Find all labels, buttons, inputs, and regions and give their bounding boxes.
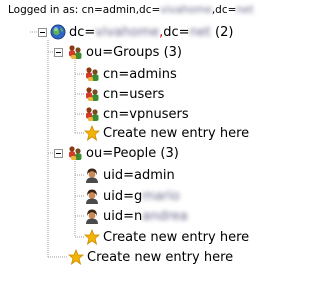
star-icon [84, 125, 100, 141]
root-dn-tld-blurred: net [189, 24, 211, 40]
group-icon [86, 87, 99, 101]
root-dn-prefix: dc= [69, 24, 96, 40]
create-entry-people[interactable]: Create new entry here [84, 227, 249, 247]
root-dn-middle: dc= [163, 24, 190, 40]
star-icon [84, 229, 100, 245]
collapse-toggle-root[interactable] [38, 28, 47, 37]
cn-vpnusers-label: cn=vpnusers [103, 106, 189, 122]
group-icon [86, 67, 99, 81]
folder-people-icon [69, 146, 82, 160]
tree-node-uid-user3[interactable]: uid=nandrea [84, 206, 188, 226]
create-entry-groups[interactable]: Create new entry here [84, 123, 249, 143]
tree-node-cn-vpnusers[interactable]: cn=vpnusers [84, 104, 189, 124]
root-child-count: (2) [215, 24, 234, 40]
collapse-toggle-groups[interactable] [54, 48, 63, 57]
create-entry-people-label: Create new entry here [103, 229, 250, 245]
user-avatar-icon [86, 209, 98, 224]
uid-user2-prefix: uid=g [103, 188, 143, 204]
tree-node-ou-people[interactable]: ou=People (3) [67, 143, 179, 163]
star-icon [68, 249, 84, 265]
group-icon [86, 107, 99, 121]
root-dn-domain-blurred: vivahome [95, 24, 160, 40]
cn-users-label: cn=users [103, 86, 165, 102]
uid-user3-blurred: andrea [142, 208, 188, 224]
folder-people-icon [69, 45, 82, 59]
user-avatar-icon [86, 168, 98, 183]
create-entry-root-label: Create new entry here [87, 249, 234, 265]
tree-node-cn-admins[interactable]: cn=admins [84, 64, 177, 84]
ldap-tree: dc=vivahome,dc=net (2) ou=Groups (3) cn=… [0, 0, 285, 281]
uid-user2-blurred: mario [142, 188, 180, 204]
tree-node-ou-groups[interactable]: ou=Groups (3) [67, 42, 182, 62]
ou-groups-label: ou=Groups (3) [86, 44, 182, 60]
tree-node-uid-user2[interactable]: uid=gmario [84, 186, 180, 206]
tree-node-root[interactable]: dc=vivahome,dc=net (2) [50, 22, 233, 42]
collapse-toggle-people[interactable] [54, 149, 63, 158]
globe-icon [50, 24, 66, 40]
ou-people-label: ou=People (3) [86, 145, 179, 161]
user-avatar-icon [86, 189, 98, 204]
uid-admin-label: uid=admin [103, 167, 175, 183]
ldap-browser-panel: Logged in as: cn=admin,dc=vivahome,dc=ne… [0, 0, 285, 281]
create-entry-root[interactable]: Create new entry here [68, 247, 233, 267]
cn-admins-label: cn=admins [103, 66, 177, 82]
uid-user3-prefix: uid=n [103, 208, 143, 224]
tree-node-uid-admin[interactable]: uid=admin [84, 165, 175, 185]
create-entry-groups-label: Create new entry here [103, 125, 250, 141]
tree-node-cn-users[interactable]: cn=users [84, 84, 164, 104]
